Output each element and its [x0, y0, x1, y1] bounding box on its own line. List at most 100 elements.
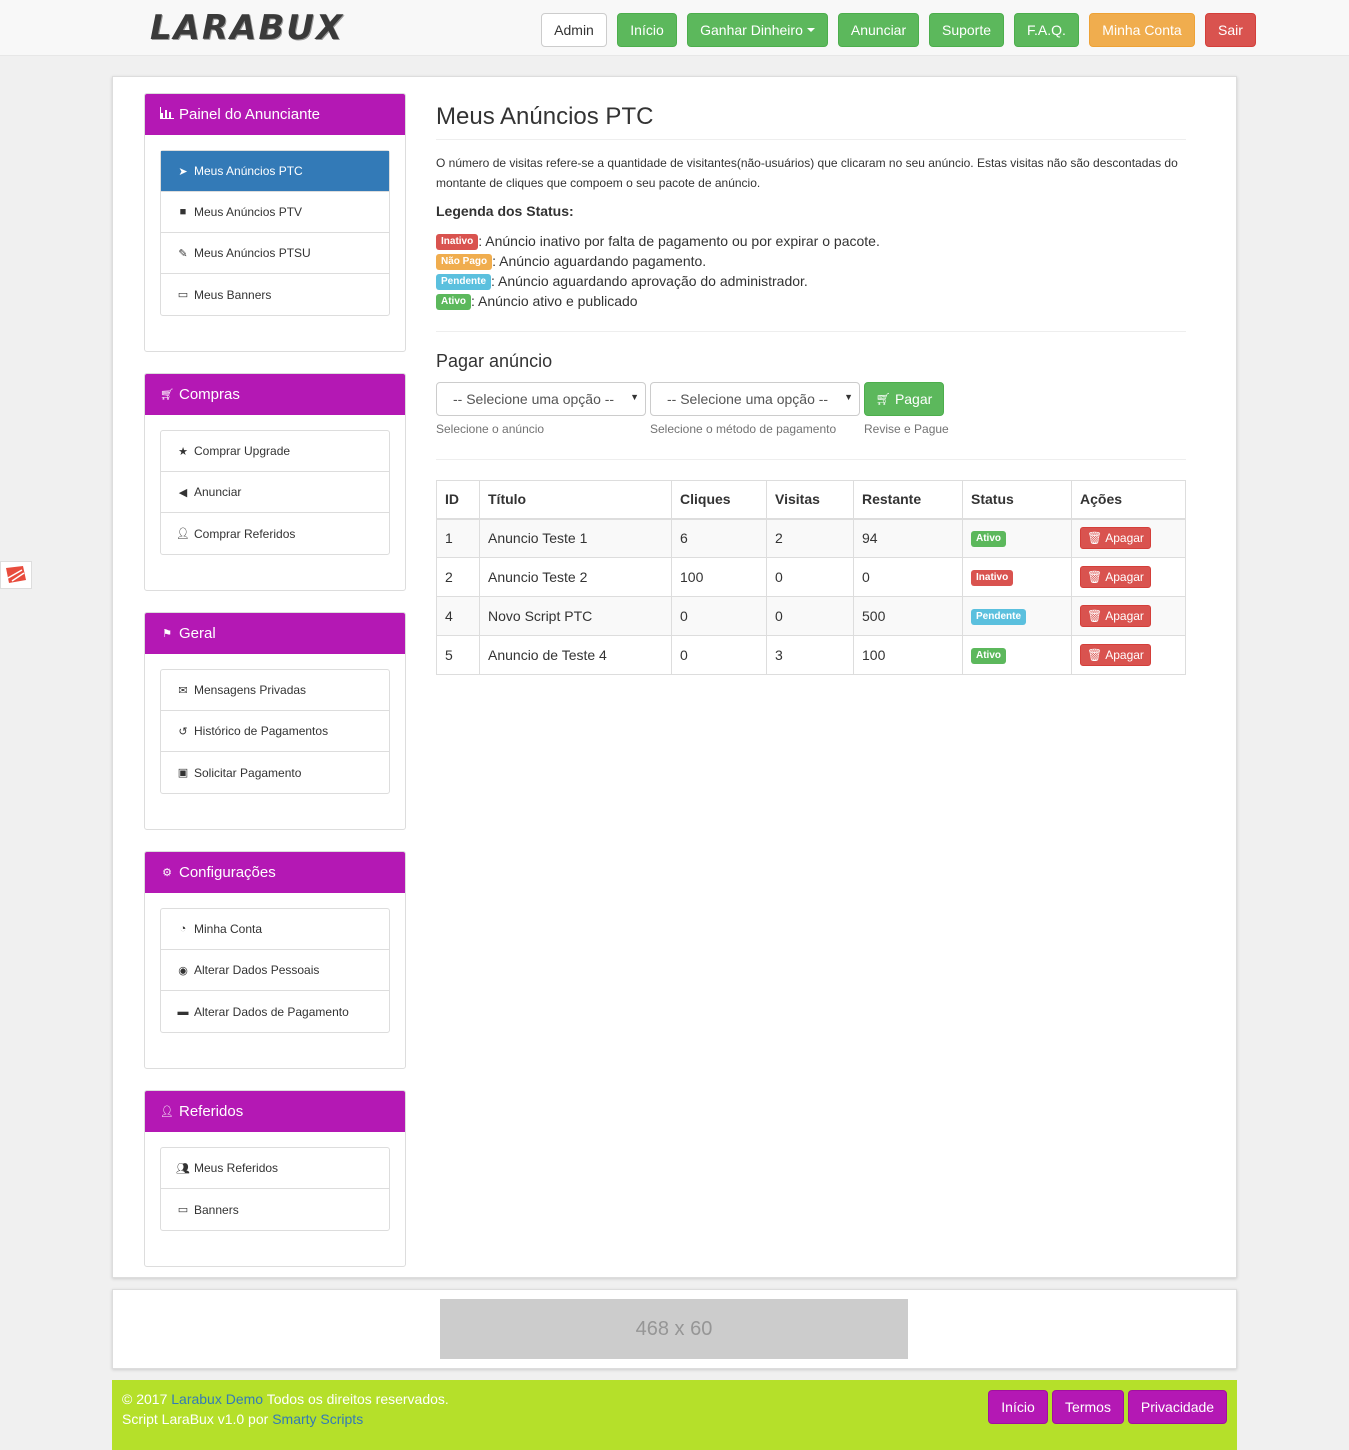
cell-cliques: 0 [671, 596, 767, 636]
cell-titulo: Anuncio Teste 2 [479, 557, 672, 597]
sidebar-item-anunciar[interactable]: ◀ Anunciar [161, 472, 389, 513]
apagar-button[interactable]: 🗑︎ Apagar [1080, 527, 1151, 550]
flag-widget-icon [6, 566, 26, 583]
panel-geral: ⚑ Geral ✉ Mensagens Privadas ↺ Histórico… [144, 612, 406, 830]
cell-acoes: 🗑︎ Apagar [1071, 518, 1186, 558]
ganhar-dinheiro-label: Ganhar Dinheiro [700, 22, 803, 38]
sidebar-item-label: Histórico de Pagamentos [194, 724, 329, 738]
legend-text: : Anúncio inativo por falta de pagamento… [478, 233, 880, 249]
configuracoes-list: ◔ Minha Conta ◉ Alterar Dados Pessoais ▬… [160, 908, 390, 1033]
faq-button[interactable]: F.A.Q. [1014, 13, 1079, 47]
column-header[interactable]: Cliques [671, 480, 767, 520]
side-floating-widget[interactable] [0, 561, 32, 589]
table-row: 5 Anuncio de Teste 4 0 3 100 Ativo 🗑︎ Apa… [436, 635, 1186, 675]
anunciar-button[interactable]: Anunciar [838, 13, 919, 47]
status-badge: Inativo [971, 569, 1014, 586]
legend-text: : Anúncio aguardando pagamento. [492, 253, 707, 269]
sidebar-item-comprar-referidos[interactable]: 👤︎ Comprar Referidos [161, 513, 389, 554]
rights-text: Todos os direitos reservados. [266, 1391, 449, 1407]
legend-text: : Anúncio aguardando aprovação do admini… [491, 273, 808, 289]
inicio-button[interactable]: Início [617, 13, 677, 47]
cell-cliques: 6 [671, 518, 767, 558]
minha-conta-button[interactable]: Minha Conta [1089, 13, 1195, 47]
column-header[interactable]: Visitas [766, 480, 854, 520]
legend-row: Não Pago: Anúncio aguardando pagamento. [436, 251, 1186, 271]
user-circle-icon: ◉ [178, 964, 188, 977]
trash-icon: 🗑︎ [1087, 570, 1103, 584]
bullhorn-icon: ◀ [178, 486, 188, 499]
sidebar-item-label: Alterar Dados de Pagamento [194, 1004, 349, 1019]
column-header[interactable]: Restante [853, 480, 963, 520]
sidebar-item-banners[interactable]: ▭ Meus Banners [161, 274, 389, 315]
larabux-logo[interactable]: LARABUX [150, 8, 344, 48]
apagar-button[interactable]: 🗑︎ Apagar [1080, 605, 1151, 627]
apagar-button[interactable]: 🗑︎ Apagar [1080, 644, 1151, 666]
sidebar-item-comprar-upgrade[interactable]: ★ Comprar Upgrade [161, 431, 389, 472]
ads-table: ID Título Cliques Visitas Restante Statu… [436, 480, 1186, 675]
column-header[interactable]: Título [479, 480, 672, 520]
footer-termos-button[interactable]: Termos [1052, 1390, 1124, 1424]
column-header[interactable]: Status [962, 480, 1072, 520]
geral-list: ✉ Mensagens Privadas ↺ Histórico de Paga… [160, 669, 390, 794]
cell-visitas: 0 [766, 557, 854, 597]
sidebar-item-dados-pagamento[interactable]: ▬ Alterar Dados de Pagamento [161, 991, 389, 1032]
sidebar-item-historico[interactable]: ↺ Histórico de Pagamentos [161, 711, 389, 752]
anuncio-select[interactable]: -- Selecione uma opção -- ▼ [436, 382, 646, 416]
admin-button[interactable]: Admin [541, 13, 607, 47]
cell-cliques: 0 [671, 635, 767, 675]
apagar-label: Apagar [1105, 570, 1144, 584]
author-link[interactable]: Smarty Scripts [272, 1411, 363, 1427]
divider [436, 331, 1186, 332]
footer: © 2017 Larabux Demo Todos os direitos re… [112, 1380, 1237, 1450]
metodo-pagamento-select[interactable]: -- Selecione uma opção -- ▼ [650, 382, 860, 416]
sidebar-item-dados-pessoais[interactable]: ◉ Alterar Dados Pessoais [161, 950, 389, 991]
panel-compras: 🛒︎ Compras ★ Comprar Upgrade ◀ Anunciar … [144, 373, 406, 591]
footer-copyright: © 2017 Larabux Demo Todos os direitos re… [122, 1391, 449, 1407]
monitor-icon: ▭ [177, 289, 189, 301]
site-link[interactable]: Larabux Demo [171, 1391, 263, 1407]
history-icon: ↺ [178, 725, 188, 738]
user-icon: 👤︎ [160, 1106, 174, 1118]
panel-referidos-title: Referidos [179, 1103, 244, 1120]
column-header[interactable]: Ações [1071, 480, 1186, 520]
apagar-label: Apagar [1105, 648, 1144, 662]
sidebar-item-anuncios-ptv[interactable]: ■ Meus Anúncios PTV [161, 192, 389, 233]
sidebar-item-solicitar-pagamento[interactable]: ▣ Solicitar Pagamento [161, 752, 389, 793]
panel-compras-title: Compras [179, 386, 240, 403]
pagar-button[interactable]: 🛒︎ Pagar [864, 382, 944, 416]
cell-status: Inativo [962, 557, 1072, 597]
status-badge: Pendente [436, 274, 492, 291]
sidebar-item-minha-conta[interactable]: ◔ Minha Conta [161, 909, 389, 950]
apagar-button[interactable]: 🗑︎ Apagar [1080, 566, 1151, 588]
banner-placeholder[interactable]: 468 x 60 [440, 1299, 908, 1359]
suporte-button[interactable]: Suporte [929, 13, 1004, 47]
users-icon: 👥︎ [176, 1162, 190, 1175]
sidebar-item-label: Minha Conta [194, 922, 263, 936]
footer-inicio-button[interactable]: Início [988, 1390, 1048, 1424]
user-plus-icon: 👤︎ [176, 528, 190, 540]
sidebar-item-anuncios-ptc[interactable]: ➤ Meus Anúncios PTC [161, 151, 389, 192]
pagar-label: Pagar [894, 391, 933, 407]
sidebar-item-mensagens[interactable]: ✉ Mensagens Privadas [161, 670, 389, 711]
main-content: Meus Anúncios PTC O número de visitas re… [436, 93, 1186, 675]
money-icon: ▣ [177, 767, 189, 779]
main-nav: Admin Início Ganhar Dinheiro Anunciar Su… [541, 13, 1256, 47]
help-text: Selecione o método de pagamento [650, 422, 837, 436]
status-badge: Pendente [971, 608, 1027, 625]
select-arrow-icon: ▼ [844, 392, 853, 402]
cell-visitas: 0 [766, 596, 854, 636]
sidebar-item-anuncios-ptsu[interactable]: ✎ Meus Anúncios PTSU [161, 233, 389, 274]
cell-restante: 94 [853, 518, 963, 558]
ganhar-dinheiro-dropdown[interactable]: Ganhar Dinheiro [687, 13, 828, 47]
trash-icon: 🗑︎ [1087, 648, 1103, 662]
footer-privacidade-button[interactable]: Privacidade [1128, 1390, 1227, 1424]
sidebar-item-meus-referidos[interactable]: 👥︎ Meus Referidos [161, 1148, 389, 1189]
panel-geral-header: ⚑ Geral [145, 613, 405, 654]
bar-chart-icon [160, 107, 174, 122]
sair-button[interactable]: Sair [1205, 13, 1256, 47]
cell-acoes: 🗑︎ Apagar [1071, 635, 1186, 675]
sidebar-item-referidos-banners[interactable]: ▭ Banners [161, 1189, 389, 1230]
column-header[interactable]: ID [436, 480, 480, 520]
select-value: -- Selecione uma opção -- [453, 391, 615, 407]
trash-icon: 🗑︎ [1087, 609, 1103, 623]
